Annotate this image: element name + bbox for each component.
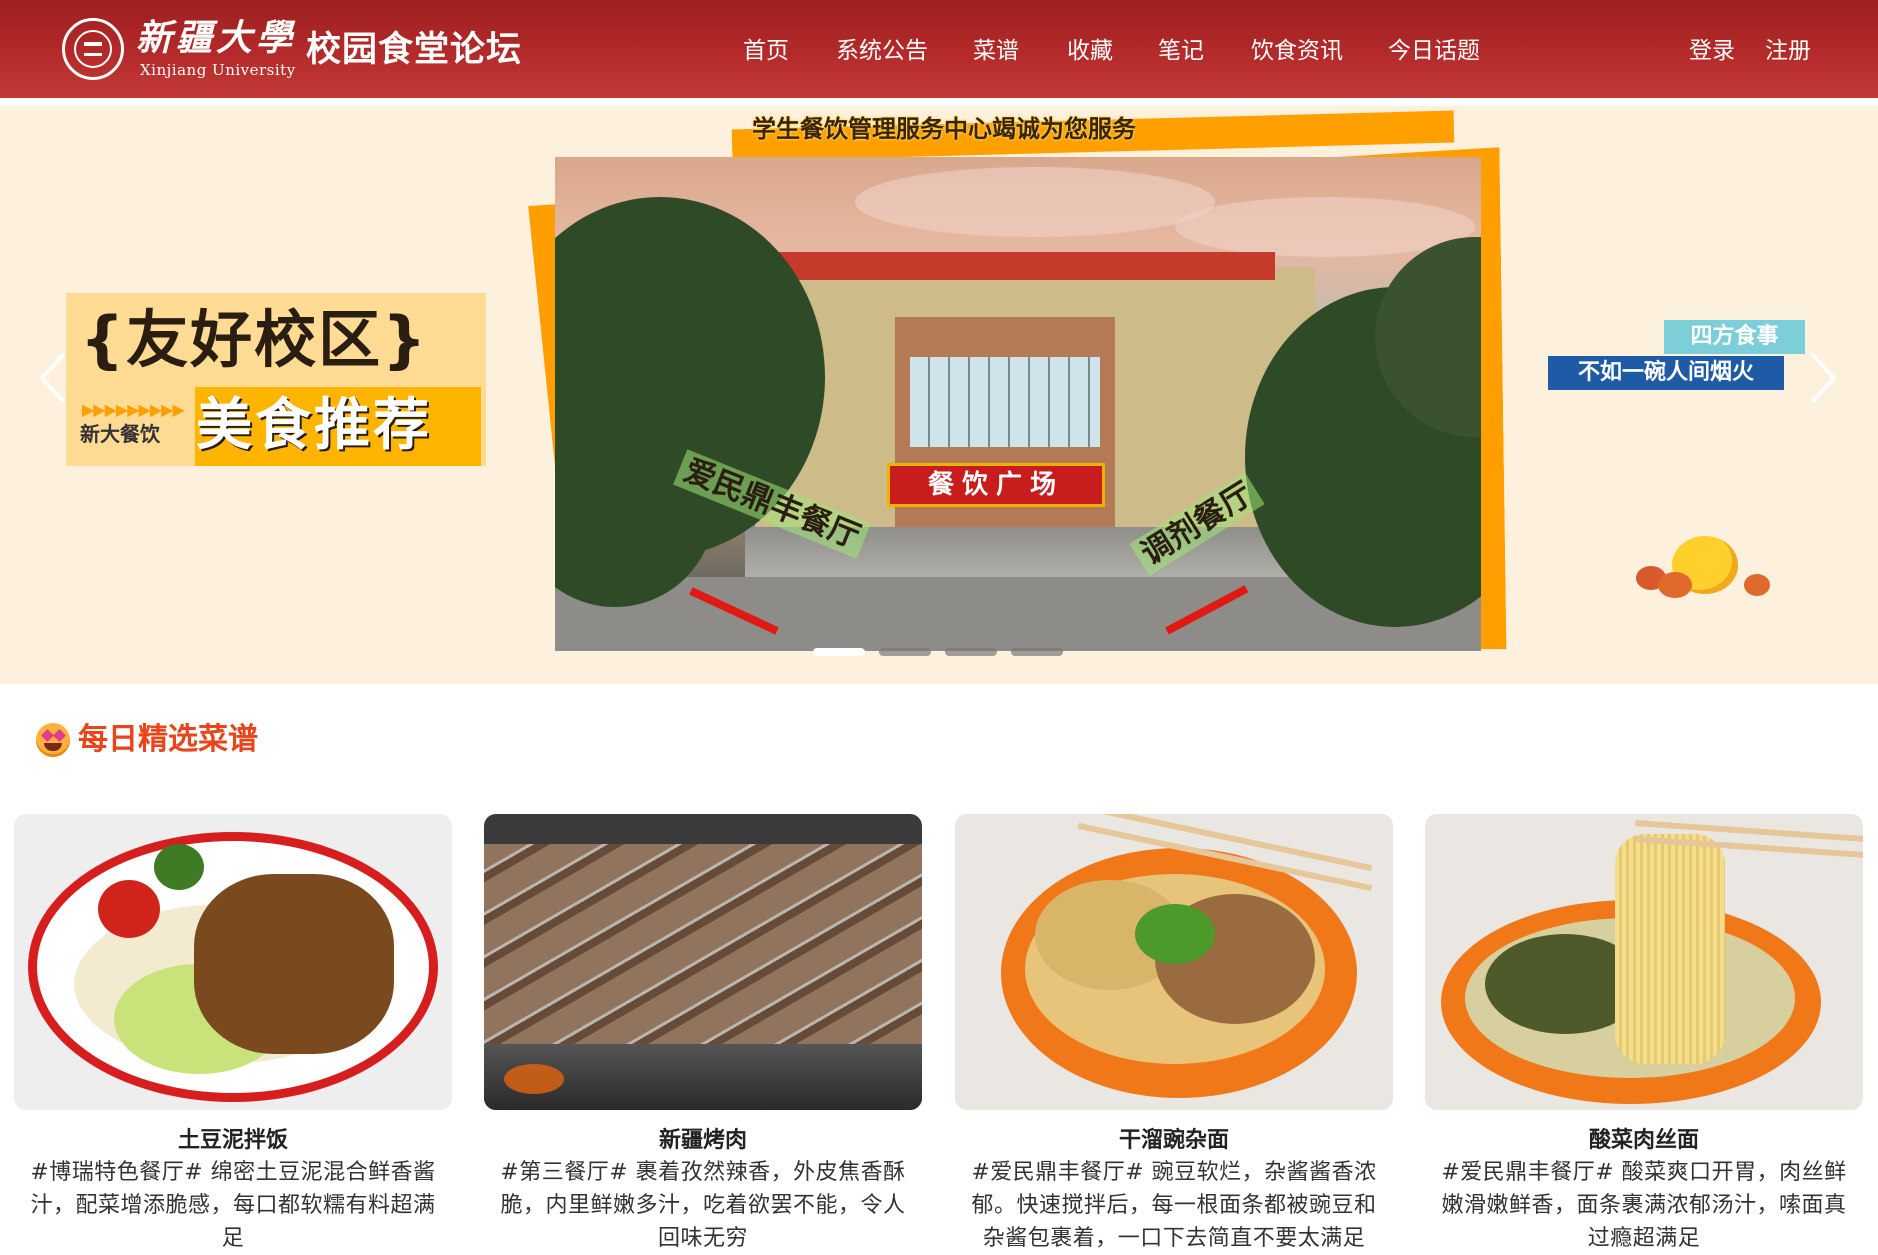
header-divider bbox=[0, 98, 1878, 106]
left-promo-brand: 新大餐饮 bbox=[80, 422, 160, 446]
recipe-description: #爱民鼎丰餐厅# 豌豆软烂，杂酱酱香浓郁。快速搅拌后，每一根面条都被豌豆和杂酱包… bbox=[971, 1160, 1377, 1251]
carousel-dot-3[interactable] bbox=[945, 648, 997, 656]
nav-announcements[interactable]: 系统公告 bbox=[836, 34, 928, 68]
recipe-name[interactable]: 干溜豌杂面 bbox=[955, 1126, 1393, 1156]
recipe-description: #爱民鼎丰餐厅# 酸菜爽口开胃，肉丝鲜嫩滑嫩鲜香，面条裹满浓郁汤汁，嗦面真过瘾超… bbox=[1441, 1160, 1847, 1251]
left-promo-subtitle: 美食推荐 bbox=[196, 393, 432, 458]
photo-building-sign: 餐饮广场 bbox=[887, 463, 1105, 507]
recipe-description: #博瑞特色餐厅# 绵密土豆泥混合鲜香酱汁，配菜增添脆感，每口都软糯有料超满足 bbox=[30, 1160, 436, 1251]
banner-carousel[interactable]: 学生餐饮管理服务中心竭诚为您服务 {友好校区} 美食推荐 ▶▶▶▶▶▶▶▶▶ 新… bbox=[0, 106, 1878, 684]
nav-favorites[interactable]: 收藏 bbox=[1067, 34, 1113, 68]
left-promo-title: {友好校区} bbox=[80, 303, 429, 376]
logo-chinese-name[interactable]: 新疆大學 bbox=[136, 18, 296, 58]
star-struck-emoji-icon bbox=[36, 723, 70, 757]
top-nav-bar: 新疆大學 Xinjiang University 校园食堂论坛 首页 系统公告 … bbox=[0, 0, 1878, 98]
fruit-icon bbox=[1658, 572, 1692, 598]
nav-home[interactable]: 首页 bbox=[743, 34, 789, 68]
recipe-name[interactable]: 土豆泥拌饭 bbox=[14, 1126, 452, 1156]
site-title[interactable]: 校园食堂论坛 bbox=[306, 28, 522, 72]
building-roof-shape bbox=[755, 252, 1275, 280]
chevron-strip-icon: ▶▶▶▶▶▶▶▶▶ bbox=[82, 400, 185, 419]
section-title: 每日精选菜谱 bbox=[78, 722, 258, 757]
fruit-icon bbox=[1744, 574, 1770, 596]
recipe-image[interactable] bbox=[955, 814, 1393, 1110]
carousel-prev-icon[interactable] bbox=[38, 348, 68, 408]
recipe-image[interactable] bbox=[484, 814, 922, 1110]
right-promo-line1: 四方食事 bbox=[1664, 320, 1805, 354]
recipe-card[interactable]: 酸菜肉丝面 #爱民鼎丰餐厅# 酸菜爽口开胃，肉丝鲜嫩滑嫩鲜香，面条裹满浓郁汤汁，… bbox=[1425, 814, 1863, 1255]
nav-food-news[interactable]: 饮食资讯 bbox=[1251, 34, 1343, 68]
banner-slogan: 学生餐饮管理服务中心竭诚为您服务 bbox=[752, 115, 1136, 143]
recipe-name[interactable]: 新疆烤肉 bbox=[484, 1126, 922, 1156]
register-link[interactable]: 注册 bbox=[1765, 34, 1811, 68]
recipe-image[interactable] bbox=[1425, 814, 1863, 1110]
building-windows-shape bbox=[910, 357, 1100, 447]
daily-recipes-heading: 每日精选菜谱 bbox=[36, 718, 258, 762]
nav-today-topic[interactable]: 今日话题 bbox=[1388, 34, 1480, 68]
carousel-dot-1[interactable] bbox=[813, 648, 865, 656]
nav-notes[interactable]: 笔记 bbox=[1158, 34, 1204, 68]
recipe-name[interactable]: 酸菜肉丝面 bbox=[1425, 1126, 1863, 1156]
university-seal-icon[interactable] bbox=[62, 18, 124, 80]
recipe-image[interactable] bbox=[14, 814, 452, 1110]
login-link[interactable]: 登录 bbox=[1689, 34, 1735, 68]
recipe-card[interactable]: 新疆烤肉 #第三餐厅# 裹着孜然辣香，外皮焦香酥脆，内里鲜嫩多汁，吃着欲罢不能，… bbox=[484, 814, 922, 1255]
logo-english-name[interactable]: Xinjiang University bbox=[140, 61, 296, 79]
recipe-card[interactable]: 土豆泥拌饭 #博瑞特色餐厅# 绵密土豆泥混合鲜香酱汁，配菜增添脆感，每口都软糯有… bbox=[14, 814, 452, 1255]
carousel-dot-4[interactable] bbox=[1011, 648, 1063, 656]
carousel-dot-2[interactable] bbox=[879, 648, 931, 656]
right-promo-line2: 不如一碗人间烟火 bbox=[1548, 356, 1784, 390]
recipe-card[interactable]: 干溜豌杂面 #爱民鼎丰餐厅# 豌豆软烂，杂酱酱香浓郁。快速搅拌后，每一根面条都被… bbox=[955, 814, 1393, 1255]
cafeteria-photo[interactable]: 餐饮广场 爱民鼎丰餐厅 调剂餐厅 bbox=[555, 157, 1481, 651]
carousel-next-icon[interactable] bbox=[1808, 348, 1838, 408]
nav-recipes[interactable]: 菜谱 bbox=[973, 34, 1019, 68]
recipe-description: #第三餐厅# 裹着孜然辣香，外皮焦香酥脆，内里鲜嫩多汁，吃着欲罢不能，令人回味无… bbox=[500, 1160, 906, 1251]
